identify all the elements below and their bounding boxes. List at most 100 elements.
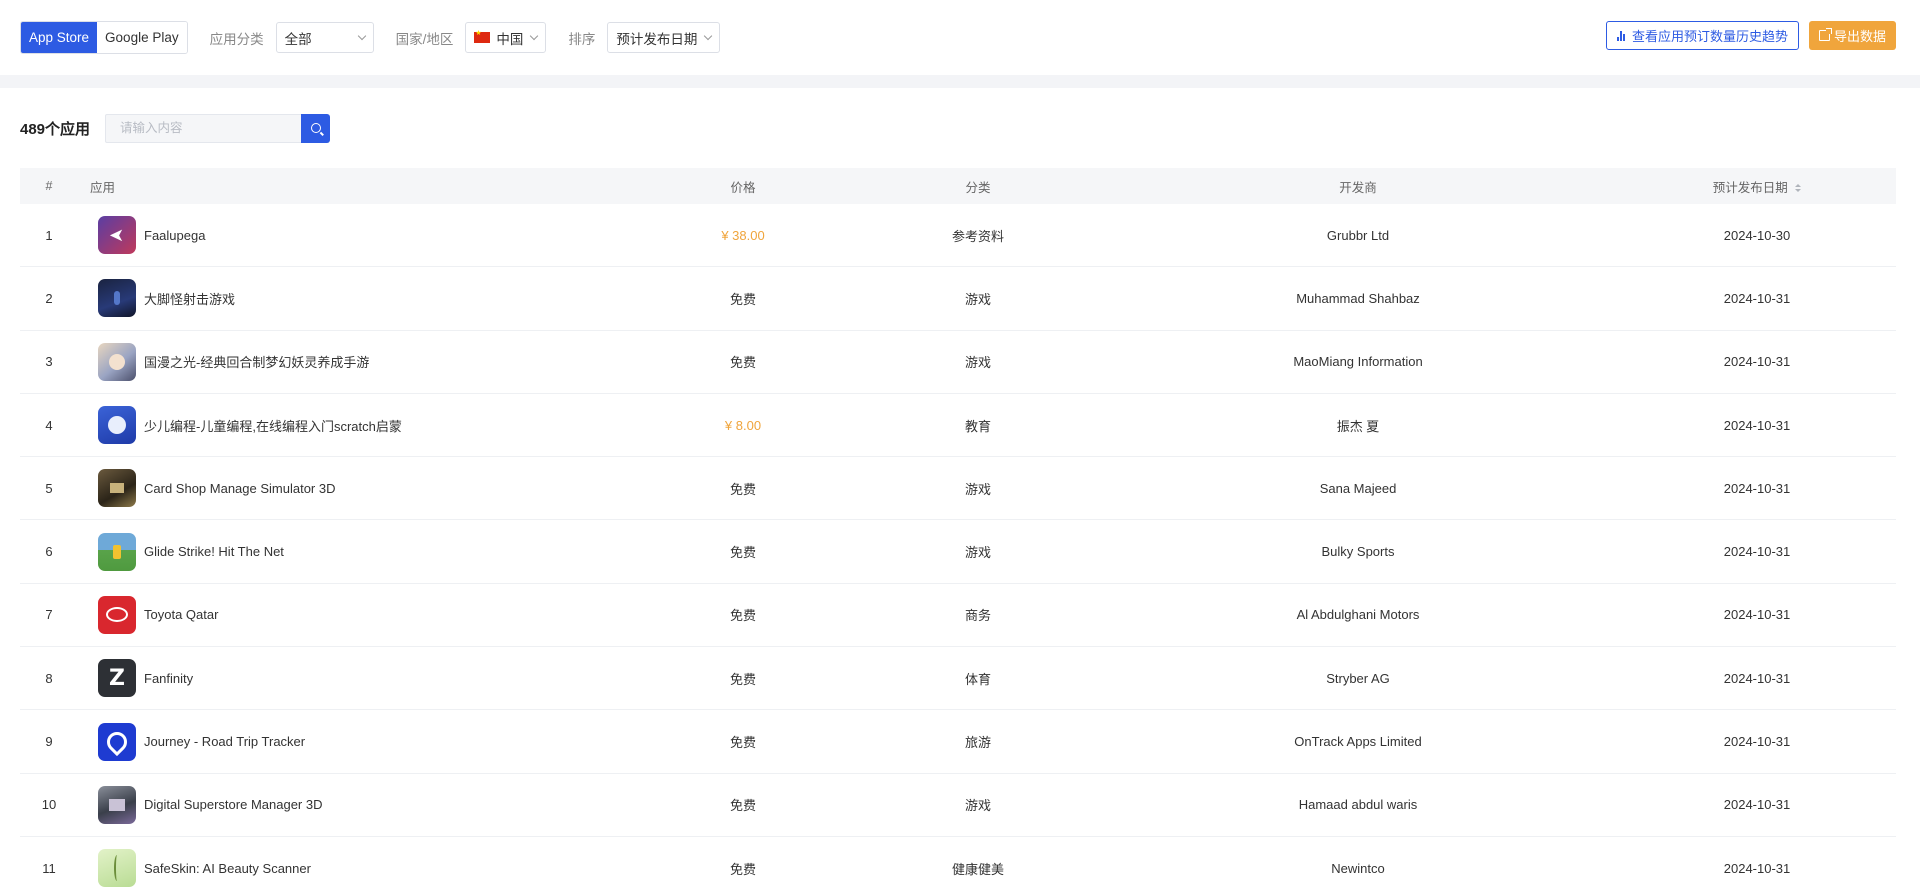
app-release-date: 2024-10-31 — [1723, 607, 1791, 623]
row-number: 9 — [45, 734, 53, 750]
table-row[interactable]: 4 少儿编程-儿童编程,在线编程入门scratch启蒙 ¥ 8.00 教育 振杰 夏 20… — [20, 394, 1896, 458]
app-name[interactable]: Digital Superstore Manager 3D — [144, 797, 322, 812]
chevron-down-icon — [704, 31, 713, 41]
category-filter-label: 应用分类 — [209, 31, 264, 47]
app-name[interactable]: Toyota Qatar — [144, 607, 218, 622]
app-release-date: 2024-10-31 — [1723, 797, 1791, 813]
row-number: 3 — [45, 354, 53, 370]
app-price: 免费 — [729, 671, 756, 687]
app-name[interactable]: Faalupega — [144, 228, 205, 243]
app-name[interactable]: 大脚怪射击游戏 — [144, 289, 235, 308]
app-cell[interactable]: Journey - Road Trip Tracker — [78, 722, 628, 761]
row-number: 5 — [45, 480, 53, 496]
app-cell[interactable]: 大脚怪射击游戏 — [78, 279, 628, 318]
app-price: 免费 — [729, 608, 756, 624]
tab-google-play[interactable]: Google Play — [97, 22, 187, 53]
table-row[interactable]: 1 Faalupega ¥ 38.00 参考资料 Grubbr Ltd 2024-10-3… — [20, 204, 1896, 268]
app-cell[interactable]: Card Shop Manage Simulator 3D — [78, 469, 628, 508]
table-row[interactable]: 7 Toyota Qatar 免费 商务 Al Abdulghani Motors 202… — [20, 584, 1896, 648]
app-name[interactable]: Card Shop Manage Simulator 3D — [144, 481, 336, 496]
sort-select-value: 预计发布日期 — [616, 31, 698, 47]
table-row[interactable]: 11 SafeSkin: AI Beauty Scanner 免费 健康健美 Newin… — [20, 837, 1896, 890]
app-name[interactable]: Journey - Road Trip Tracker — [144, 734, 305, 749]
table-row[interactable]: 8 Fanfinity 免费 体育 Stryber AG 2024-10-31 — [20, 647, 1896, 711]
table-header: # 应用 价格 分类 开发商 预计发布日期 — [20, 168, 1896, 204]
sort-select[interactable]: 预计发布日期 — [607, 22, 721, 53]
view-trend-label: 查看应用预订数量历史趋势 — [1631, 29, 1788, 44]
region-select[interactable]: 中国 — [465, 22, 547, 53]
app-developer: Hamaad abdul waris — [1298, 797, 1418, 813]
app-name[interactable]: Fanfinity — [144, 671, 193, 686]
table-row[interactable]: 9 Journey - Road Trip Tracker 免费 旅游 OnTrack … — [20, 710, 1896, 774]
app-name[interactable]: 少儿编程-儿童编程,在线编程入门scratch启蒙 — [144, 416, 402, 435]
anime-rpg-app-icon[interactable] — [98, 342, 136, 381]
row-number: 7 — [45, 607, 53, 623]
search-icon — [310, 123, 321, 133]
table-body: 1 Faalupega ¥ 38.00 参考资料 Grubbr Ltd 2024-10-3… — [20, 204, 1896, 890]
list-summary-bar: 489个应用 — [0, 88, 1920, 168]
store-tabs: App Store Google Play — [20, 21, 188, 54]
app-cell[interactable]: Toyota Qatar — [78, 595, 628, 634]
column-header-category: 分类 — [965, 180, 991, 195]
app-release-date: 2024-10-31 — [1723, 734, 1791, 750]
column-header-date[interactable]: 预计发布日期 — [1618, 177, 1896, 196]
app-release-date: 2024-10-31 — [1723, 544, 1791, 560]
view-trend-button[interactable]: 查看应用预订数量历史趋势 — [1605, 21, 1799, 50]
row-number: 2 — [45, 290, 53, 306]
app-name[interactable]: SafeSkin: AI Beauty Scanner — [144, 861, 311, 876]
app-developer: Stryber AG — [1326, 670, 1390, 686]
export-data-button[interactable]: 导出数据 — [1808, 21, 1896, 50]
app-count: 489个应用 — [20, 120, 91, 138]
sort-caret-icon[interactable] — [1795, 184, 1802, 193]
column-header-date-label: 预计发布日期 — [1712, 180, 1788, 195]
tab-app-store[interactable]: App Store — [21, 22, 98, 53]
faalupega-app-icon[interactable] — [98, 216, 136, 255]
app-cell[interactable]: SafeSkin: AI Beauty Scanner — [78, 849, 628, 888]
app-developer: Bulky Sports — [1321, 544, 1395, 560]
table-row[interactable]: 3 国漫之光-经典回合制梦幻妖灵养成手游 免费 游戏 MaoMiang Informat… — [20, 331, 1896, 394]
app-category: 教育 — [964, 418, 991, 434]
region-select-value: 中国 — [496, 31, 524, 47]
toyota-logo-app-icon[interactable] — [98, 595, 136, 634]
map-pin-app-icon[interactable] — [98, 722, 136, 761]
app-developer: 振杰 夏 — [1336, 418, 1380, 434]
china-flag-icon — [474, 29, 491, 43]
table-row[interactable]: 2 大脚怪射击游戏 免费 游戏 Muhammad Shahbaz 2024-10-31 — [20, 267, 1896, 331]
app-price: ¥ 8.00 — [724, 417, 762, 433]
app-category: 体育 — [964, 671, 991, 687]
table-row[interactable]: 10 Digital Superstore Manager 3D 免费 游戏 Hamaa… — [20, 774, 1896, 837]
app-cell[interactable]: Glide Strike! Hit The Net — [78, 532, 628, 571]
filter-toolbar: App Store Google Play 应用分类 全部 国家/地区 中国 排… — [0, 0, 1920, 75]
app-price: 免费 — [729, 545, 756, 561]
region-filter-label: 国家/地区 — [395, 31, 454, 47]
kids-coding-robot-app-icon[interactable] — [98, 406, 136, 445]
app-cell[interactable]: Digital Superstore Manager 3D — [78, 785, 628, 824]
search-button[interactable] — [301, 113, 331, 143]
superstore-app-icon[interactable] — [98, 785, 136, 824]
app-cell[interactable]: Faalupega — [78, 216, 628, 255]
search-input[interactable] — [105, 113, 302, 143]
soccer-game-app-icon[interactable] — [98, 532, 136, 571]
app-cell[interactable]: Fanfinity — [78, 659, 628, 698]
export-data-label: 导出数据 — [1833, 29, 1886, 44]
app-release-date: 2024-10-31 — [1723, 417, 1791, 433]
fanfinity-logo-app-icon[interactable] — [98, 659, 136, 698]
app-price: 免费 — [729, 861, 756, 877]
safeskin-app-icon[interactable] — [98, 849, 136, 888]
app-category: 商务 — [964, 608, 991, 624]
app-developer: OnTrack Apps Limited — [1294, 734, 1422, 750]
row-number: 4 — [45, 417, 53, 433]
app-price: 免费 — [729, 481, 756, 497]
category-select[interactable]: 全部 — [275, 22, 374, 53]
app-name[interactable]: Glide Strike! Hit The Net — [144, 544, 284, 559]
card-shop-app-icon[interactable] — [98, 469, 136, 508]
app-name[interactable]: 国漫之光-经典回合制梦幻妖灵养成手游 — [144, 352, 369, 371]
app-cell[interactable]: 少儿编程-儿童编程,在线编程入门scratch启蒙 — [78, 406, 628, 445]
table-row[interactable]: 5 Card Shop Manage Simulator 3D 免费 游戏 Sana M… — [20, 457, 1896, 521]
table-row[interactable]: 6 Glide Strike! Hit The Net 免费 游戏 Bulky Spor… — [20, 520, 1896, 584]
app-cell[interactable]: 国漫之光-经典回合制梦幻妖灵养成手游 — [78, 342, 628, 381]
app-category: 旅游 — [964, 735, 991, 751]
app-release-date: 2024-10-30 — [1723, 227, 1791, 243]
bigfoot-shooter-app-icon[interactable] — [98, 279, 136, 318]
app-price: 免费 — [729, 798, 756, 814]
